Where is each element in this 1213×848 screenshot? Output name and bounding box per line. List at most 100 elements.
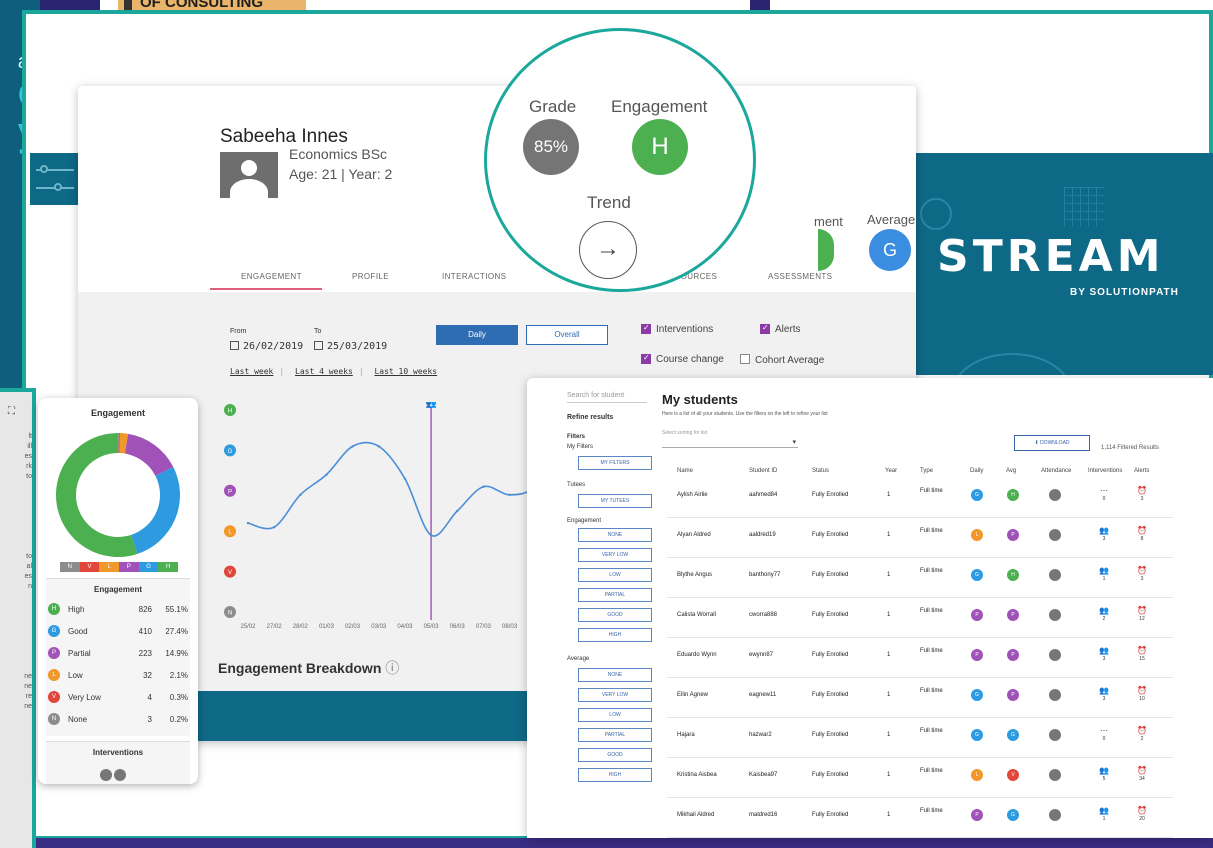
breakdown-table-title: Engagement — [93, 585, 142, 594]
alarm-clock-icon[interactable]: ⏰ 3 — [1134, 486, 1150, 504]
interventions-icon[interactable]: 👥 2 — [1096, 606, 1112, 624]
my-tutees-button[interactable]: MY TUTEES — [578, 494, 652, 508]
engagement-filter-none[interactable]: NONE — [578, 528, 652, 542]
average-filter-partial[interactable]: PARTIAL — [578, 728, 652, 742]
table-row[interactable]: Blythe Angus banthony77 Fully Enrolled 1 Ful… — [667, 558, 1173, 598]
tab-assessments[interactable]: ASSESSMENTS — [768, 272, 832, 281]
interventions-icon[interactable]: ⋯ 0 — [1096, 726, 1112, 744]
type-cell: Full time — [920, 768, 943, 774]
alarm-clock-icon[interactable]: ⏰ 20 — [1134, 806, 1150, 824]
cohort-average-checkbox[interactable]: Cohort Average — [740, 354, 824, 366]
column-header-type[interactable]: Type — [920, 468, 933, 474]
to-date-field[interactable]: 25/03/2019 — [314, 341, 387, 352]
tab-interactions[interactable]: INTERACTIONS — [442, 272, 506, 281]
student-age-year: Age: 21 | Year: 2 — [289, 166, 393, 182]
student-search-input[interactable]: Search for student — [567, 392, 647, 403]
student-name-cell[interactable]: Hajara — [677, 732, 695, 738]
student-name-cell[interactable]: Aylish Airlie — [677, 492, 708, 498]
column-header-status[interactable]: Status — [812, 468, 829, 474]
student-name-cell[interactable]: Blythe Angus — [677, 572, 712, 578]
interventions-icon[interactable]: 👥 3 — [1096, 646, 1112, 664]
table-row[interactable]: Calista Worrall cworra888 Fully Enrolled 1 F… — [667, 598, 1173, 638]
table-row[interactable]: Mikhail Aldred maldred16 Fully Enrolled 1 Fu… — [667, 798, 1173, 838]
table-row[interactable]: Alyan Aldred aaldred19 Fully Enrolled 1 Full… — [667, 518, 1173, 558]
download-button[interactable]: ⬇ DOWNLOAD — [1014, 435, 1090, 451]
expand-icon[interactable]: ⛶ — [8, 406, 15, 417]
last-week-link[interactable]: Last week — [230, 367, 273, 376]
alarm-clock-icon[interactable]: ⏰ 15 — [1134, 646, 1150, 664]
tab-profile[interactable]: PROFILE — [352, 272, 389, 281]
level-percent: 0.2% — [169, 714, 188, 724]
student-name-cell[interactable]: Ellin Agnew — [677, 692, 708, 698]
student-name-cell[interactable]: Kristina Aisbea — [677, 772, 717, 778]
student-name-cell[interactable]: Mikhail Aldred — [677, 812, 714, 818]
alarm-clock-icon[interactable]: ⏰ 34 — [1134, 766, 1150, 784]
column-header-daily[interactable]: Daily — [970, 468, 983, 474]
people-icon[interactable]: 👥 — [425, 402, 436, 408]
status-cell: Fully Enrolled — [812, 732, 849, 738]
alarm-clock-icon[interactable]: ⏰ 10 — [1134, 686, 1150, 704]
type-cell: Full time — [920, 528, 943, 534]
interventions-icon[interactable]: 👥 1 — [1096, 566, 1112, 584]
column-header-name[interactable]: Name — [677, 468, 693, 474]
type-cell: Full time — [920, 808, 943, 814]
data-point — [429, 534, 433, 537]
column-header-interventions[interactable]: Interventions — [1088, 468, 1122, 474]
last-10-weeks-link[interactable]: Last 10 weeks — [374, 367, 437, 376]
column-header-year[interactable]: Year — [885, 468, 897, 474]
interventions-icon[interactable]: 👥 5 — [1096, 766, 1112, 784]
interventions-icon[interactable]: 👥 3 — [1096, 686, 1112, 704]
data-point — [299, 493, 302, 497]
column-header-alerts[interactable]: Alerts — [1134, 468, 1149, 474]
interventions-icon[interactable]: 👥 1 — [1096, 806, 1112, 824]
engagement-filter-high[interactable]: HIGH — [578, 628, 652, 642]
average-filter-good[interactable]: GOOD — [578, 748, 652, 762]
engagement-filter-partial[interactable]: PARTIAL — [578, 588, 652, 602]
interventions-icon[interactable]: 👥 3 — [1096, 526, 1112, 544]
alarm-clock-icon[interactable]: ⏰ 8 — [1134, 526, 1150, 544]
alarm-clock-icon[interactable]: ⏰ 12 — [1134, 606, 1150, 624]
my-students-description: Here is a list of all your students. Use… — [662, 411, 828, 417]
interventions-dots — [100, 768, 128, 784]
student-name-cell[interactable]: Eduardo Wynn — [677, 652, 717, 658]
interventions-icon[interactable]: ⋯ 0 — [1096, 486, 1112, 504]
last-4-weeks-link[interactable]: Last 4 weeks — [295, 367, 353, 376]
interventions-checkbox[interactable]: Interventions — [641, 324, 713, 335]
alerts-checkbox[interactable]: Alerts — [760, 324, 801, 335]
daily-button[interactable]: Daily — [436, 325, 518, 345]
student-name-cell[interactable]: Calista Worrall — [677, 612, 716, 618]
average-filter-none[interactable]: NONE — [578, 668, 652, 682]
level-count: 223 — [138, 648, 152, 658]
average-filter-very-low[interactable]: VERY LOW — [578, 688, 652, 702]
engagement-filter-good[interactable]: GOOD — [578, 608, 652, 622]
engagement-filter-very-low[interactable]: VERY LOW — [578, 548, 652, 562]
overall-button[interactable]: Overall — [526, 325, 608, 345]
my-filters-button[interactable]: MY FILTERS — [578, 456, 652, 470]
student-name-cell[interactable]: Alyan Aldred — [677, 532, 711, 538]
column-header-attendance[interactable]: Attendance — [1041, 468, 1071, 474]
average-filter-low[interactable]: LOW — [578, 708, 652, 722]
table-row[interactable]: Aylish Airlie aahmed84 Fully Enrolled 1 Full… — [667, 478, 1173, 518]
engagement-donut-chart — [56, 432, 180, 557]
tab-engagement[interactable]: ENGAGEMENT — [241, 272, 302, 281]
average-filter-high[interactable]: HIGH — [578, 768, 652, 782]
from-date-field[interactable]: 26/02/2019 — [230, 341, 303, 352]
table-row[interactable]: Ellin Agnew eagnew11 Fully Enrolled 1 Full t… — [667, 678, 1173, 718]
type-cell: Full time — [920, 608, 943, 614]
calendar-icon — [314, 341, 323, 350]
alarm-clock-icon[interactable]: ⏰ 2 — [1134, 726, 1150, 744]
calendar-icon — [230, 341, 239, 350]
sort-select[interactable]: Select sorting for list ▾ — [662, 430, 798, 448]
average-engagement-badge: P — [1007, 689, 1019, 701]
engagement-filter-low[interactable]: LOW — [578, 568, 652, 582]
course-change-checkbox[interactable]: Course change — [641, 354, 724, 365]
alarm-clock-icon[interactable]: ⏰ 3 — [1134, 566, 1150, 584]
grade-label: Grade — [529, 97, 577, 116]
info-icon[interactable]: ⓘ — [385, 660, 399, 676]
table-row[interactable]: Hajara hazwar2 Fully Enrolled 1 Full time G G ⋯… — [667, 718, 1173, 758]
column-header-student-id[interactable]: Student ID — [749, 468, 777, 474]
table-row[interactable]: Kristina Aisbea Kaisbea97 Fully Enrolled 1 F… — [667, 758, 1173, 798]
column-header-avg[interactable]: Avg — [1006, 468, 1016, 474]
top-right-banner — [770, 0, 1213, 10]
table-row[interactable]: Eduardo Wynn ewynn87 Fully Enrolled 1 Full t… — [667, 638, 1173, 678]
